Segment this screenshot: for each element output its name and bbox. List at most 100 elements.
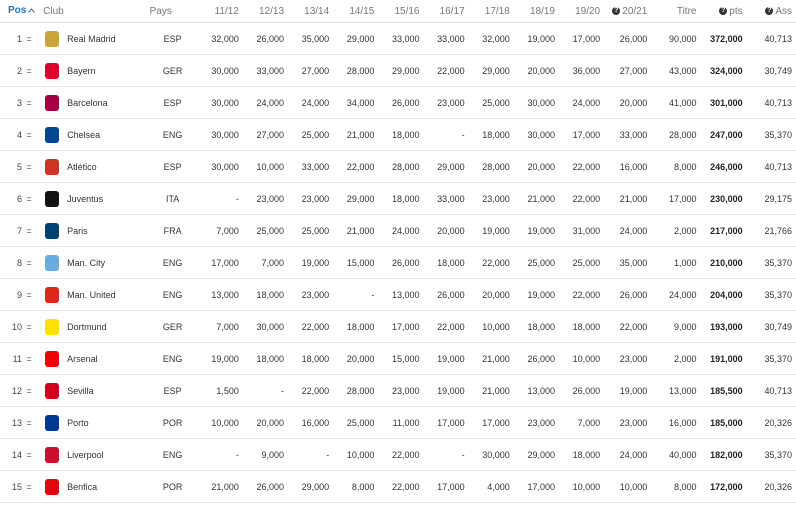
club-cell[interactable]: Bayern — [41, 54, 148, 87]
club-name[interactable]: Man. City — [67, 258, 105, 268]
header-season-1617[interactable]: 16/17 — [423, 0, 469, 23]
club-name[interactable]: Man. United — [67, 290, 116, 300]
header-season-1819[interactable]: 18/19 — [513, 0, 559, 23]
club-name[interactable]: Real Madrid — [67, 34, 116, 44]
association-cell: 40,713 — [746, 150, 796, 183]
info-icon[interactable]: ? — [765, 6, 774, 15]
club-cell[interactable]: Arsenal — [41, 342, 148, 375]
header-pos[interactable]: Pos — [0, 0, 42, 23]
rank-cell: 8 = — [0, 246, 42, 279]
club-cell[interactable]: Barcelona — [41, 86, 148, 119]
season-points-cell: 23,000 — [604, 342, 652, 375]
table-row[interactable]: 2 = Bayern GER 30,000 33,000 27,000 28,000 29,00… — [0, 54, 796, 87]
club-name[interactable]: Sevilla — [67, 386, 94, 396]
table-row[interactable]: 13 = Porto POR 10,000 20,000 16,000 25,000 11,00… — [0, 406, 796, 439]
club-name[interactable]: Bayern — [67, 66, 96, 76]
header-club[interactable]: Club — [41, 0, 148, 23]
club-name[interactable]: Arsenal — [67, 354, 98, 364]
season-points-cell: 19,000 — [604, 374, 652, 407]
season-points-cell: 33,000 — [423, 182, 469, 215]
header-season-2021[interactable]: ? 20/21 — [604, 0, 652, 23]
club-cell[interactable]: Man. United — [41, 278, 148, 311]
season-points-cell: 36,000 — [558, 54, 605, 87]
country-cell: ENG — [147, 118, 198, 151]
club-name[interactable]: Paris — [67, 226, 88, 236]
association-cell: 40,713 — [746, 86, 796, 119]
season-points-cell: 7,000 — [197, 310, 243, 343]
season-points-cell: 29,000 — [333, 182, 379, 215]
header-season-1415[interactable]: 14/15 — [333, 0, 379, 23]
table-row[interactable]: 8 = Man. City ENG 17,000 7,000 19,000 15,000 26,… — [0, 246, 796, 279]
season-points-cell: 27,000 — [604, 54, 652, 87]
table-row[interactable]: 11 = Arsenal ENG 19,000 18,000 18,000 20,000 15,… — [0, 342, 796, 375]
season-points-cell: 17,000 — [378, 310, 424, 343]
club-cell[interactable]: Sevilla — [41, 374, 148, 407]
header-season-1213[interactable]: 12/13 — [242, 0, 289, 23]
club-name[interactable]: Barcelona — [67, 98, 108, 108]
header-season-1718[interactable]: 17/18 — [468, 0, 514, 23]
rank-number: 6 — [16, 193, 22, 204]
table-row[interactable]: 15 = Benfica POR 21,000 26,000 29,000 8,000 22,0… — [0, 470, 796, 503]
table-row[interactable]: 1 = Real Madrid ESP 32,000 26,000 35,000 29,000… — [0, 22, 796, 55]
table-row[interactable]: 5 = Atlético ESP 30,000 10,000 33,000 22,000 28,… — [0, 150, 796, 183]
club-logo-icon — [45, 478, 60, 495]
club-cell[interactable]: Paris — [41, 214, 148, 247]
rank-change-indicator: = — [26, 289, 32, 300]
season-points-cell: 19,000 — [513, 22, 559, 55]
season-points-cell: 26,000 — [242, 22, 289, 55]
season-points-cell: 17,000 — [513, 470, 559, 503]
club-name[interactable]: Porto — [67, 418, 89, 428]
club-name[interactable]: Juventus — [67, 194, 103, 204]
header-season-1920[interactable]: 19/20 — [558, 0, 605, 23]
season-points-cell: 13,000 — [378, 278, 424, 311]
season-points-cell: 30,000 — [513, 118, 559, 151]
header-ass[interactable]: ? Ass — [746, 0, 796, 23]
club-name[interactable]: Liverpool — [67, 450, 104, 460]
season-points-cell: 23,000 — [378, 374, 424, 407]
club-cell[interactable]: Juventus — [41, 182, 148, 215]
season-points-cell: 25,000 — [242, 214, 289, 247]
table-body: 1 = Real Madrid ESP 32,000 26,000 35,000 29,000… — [0, 22, 796, 503]
season-points-cell: 30,000 — [197, 86, 243, 119]
season-points-cell: 10,000 — [333, 438, 379, 471]
table-row[interactable]: 10 = Dortmund GER 7,000 30,000 22,000 18,000 17,… — [0, 310, 796, 343]
header-pts[interactable]: ? pts — [700, 0, 747, 23]
club-name[interactable]: Benfica — [67, 482, 97, 492]
season-points-cell: 21,000 — [468, 342, 514, 375]
club-cell[interactable]: Chelsea — [41, 118, 148, 151]
club-name[interactable]: Dortmund — [67, 322, 107, 332]
club-cell[interactable]: Liverpool — [41, 438, 148, 471]
table-row[interactable]: 12 = Sevilla ESP 1,500-22,000 28,000 23,000 19,… — [0, 374, 796, 407]
club-name[interactable]: Chelsea — [67, 130, 100, 140]
header-season-1112[interactable]: 11/12 — [197, 0, 243, 23]
club-name[interactable]: Atlético — [67, 162, 97, 172]
titre-cell: 28,000 — [651, 118, 701, 151]
season-points-cell: - — [197, 438, 243, 471]
table-row[interactable]: 6 = Juventus ITA -23,000 23,000 29,000 18,000 33… — [0, 182, 796, 215]
season-points-cell: 20,000 — [242, 406, 289, 439]
table-row[interactable]: 7 = Paris FRA 7,000 25,000 25,000 21,000 24,000 2… — [0, 214, 796, 247]
club-cell[interactable]: Man. City — [41, 246, 148, 279]
rank-cell: 3 = — [0, 86, 42, 119]
table-row[interactable]: 3 = Barcelona ESP 30,000 24,000 24,000 34,000 26… — [0, 86, 796, 119]
total-points-cell: 247,000 — [700, 118, 747, 151]
season-points-cell: 18,000 — [378, 118, 424, 151]
header-season-1314[interactable]: 13/14 — [288, 0, 334, 23]
info-icon[interactable]: ? — [719, 6, 728, 15]
club-cell[interactable]: Real Madrid — [41, 22, 148, 55]
table-row[interactable]: 14 = Liverpool ENG -9,000-10,000 22,000-30,00… — [0, 438, 796, 471]
season-points-cell: 19,000 — [423, 342, 469, 375]
club-cell[interactable]: Atlético — [41, 150, 148, 183]
header-season-1516[interactable]: 15/16 — [378, 0, 424, 23]
header-pays[interactable]: Pays — [147, 0, 198, 23]
table-row[interactable]: 9 = Man. United ENG 13,000 18,000 23,000-13,00… — [0, 278, 796, 311]
club-cell[interactable]: Porto — [41, 406, 148, 439]
club-cell[interactable]: Benfica — [41, 470, 148, 503]
season-points-cell: 19,000 — [197, 342, 243, 375]
header-titre[interactable]: Titre — [651, 0, 701, 23]
club-cell[interactable]: Dortmund — [41, 310, 148, 343]
info-icon[interactable]: ? — [612, 6, 621, 15]
season-points-cell: 26,000 — [558, 374, 605, 407]
table-row[interactable]: 4 = Chelsea ENG 30,000 27,000 25,000 21,000 18,0… — [0, 118, 796, 151]
season-points-cell: 15,000 — [333, 246, 379, 279]
